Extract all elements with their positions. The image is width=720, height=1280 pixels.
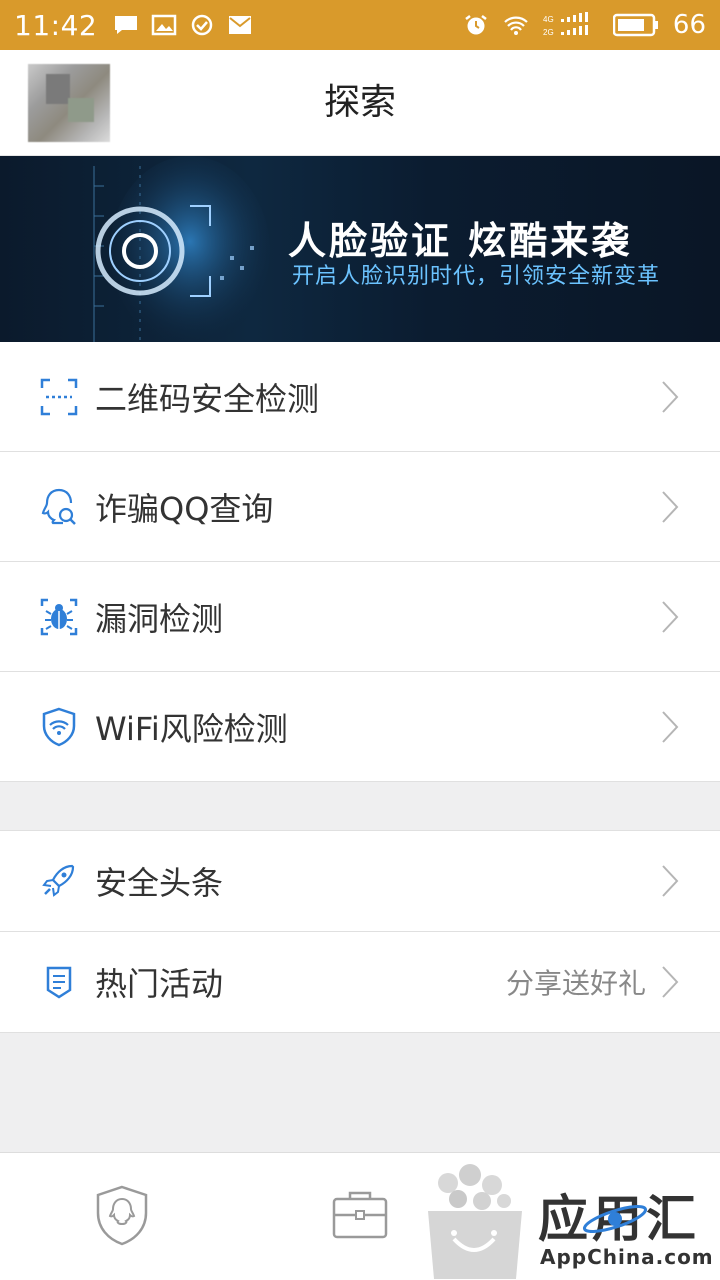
header: 探索 xyxy=(0,50,720,156)
image-icon xyxy=(151,14,177,36)
banner-title: 人脸验证 炫酷来袭 xyxy=(288,219,633,263)
menu-item-fraud-qq[interactable]: 诈骗QQ查询 xyxy=(0,452,720,562)
news-activity-list: 安全头条 热门活动 分享送好礼 xyxy=(0,830,720,1033)
status-right: 4G 2G 66 xyxy=(463,10,706,40)
qq-search-icon xyxy=(41,488,76,525)
face-verify-banner[interactable]: 人脸验证 炫酷来袭 开启人脸识别时代，引领安全新变革 xyxy=(0,156,720,342)
status-bar: 11:42 4G 2G 66 xyxy=(0,0,720,50)
shield-qq-icon[interactable] xyxy=(90,1183,154,1247)
menu-item-label: 漏洞检测 xyxy=(95,599,224,638)
briefcase-icon[interactable] xyxy=(328,1183,392,1247)
bottom-nav: 应用汇 AppChina.com xyxy=(0,1152,720,1280)
menu-item-label: 安全头条 xyxy=(95,864,224,902)
bug-icon xyxy=(40,598,78,635)
menu-item-label: WiFi风险检测 xyxy=(95,709,288,748)
banner-subtitle: 开启人脸识别时代，引领安全新变革 xyxy=(292,264,661,289)
qr-scan-icon xyxy=(40,378,78,415)
notification-icons xyxy=(113,14,253,36)
menu-item-qr-security[interactable]: 二维码安全检测 xyxy=(0,342,720,452)
check-circle-icon xyxy=(191,14,213,36)
chevron-right-icon xyxy=(662,490,679,523)
security-tools-list: 二维码安全检测 诈骗QQ查询 漏洞检测 WiFi风险检测 xyxy=(0,342,720,782)
shopping-bag-logo-icon xyxy=(428,1164,522,1279)
chevron-right-icon xyxy=(662,966,679,998)
message-icon xyxy=(115,16,138,34)
battery-icon xyxy=(612,13,658,37)
menu-item-label: 诈骗QQ查询 xyxy=(95,489,274,528)
wifi-icon xyxy=(504,16,528,35)
battery-percent: 66 xyxy=(672,10,706,40)
menu-item-vulnerability[interactable]: 漏洞检测 xyxy=(0,562,720,672)
promo-text: 分享送好礼 xyxy=(505,967,646,1000)
chevron-right-icon xyxy=(662,865,679,897)
chevron-right-icon xyxy=(662,710,679,743)
page-title: 探索 xyxy=(323,82,396,123)
wifi-shield-icon xyxy=(42,707,76,746)
face-scan-graphic xyxy=(93,156,270,342)
menu-item-security-news[interactable]: 安全头条 xyxy=(0,831,720,932)
network-4g: 4G xyxy=(543,15,554,24)
chevron-right-icon xyxy=(662,600,679,633)
status-time: 11:42 xyxy=(14,8,98,42)
signal-icon: 4G 2G xyxy=(543,12,588,37)
mail-icon xyxy=(229,16,252,34)
menu-item-label: 二维码安全检测 xyxy=(95,379,320,418)
menu-item-hot-activities[interactable]: 热门活动 分享送好礼 xyxy=(0,932,720,1033)
chevron-right-icon xyxy=(662,380,679,413)
network-2g: 2G xyxy=(543,28,554,37)
planet-ring-icon xyxy=(582,1205,648,1233)
watermark-subtext: AppChina.com xyxy=(540,1245,714,1269)
rocket-icon xyxy=(42,864,75,897)
document-icon xyxy=(46,966,72,999)
menu-item-label: 热门活动 xyxy=(95,965,224,1003)
alarm-icon xyxy=(465,15,487,35)
appchina-watermark: 应用汇 AppChina.com xyxy=(420,1161,720,1279)
menu-item-wifi-risk[interactable]: WiFi风险检测 xyxy=(0,672,720,782)
